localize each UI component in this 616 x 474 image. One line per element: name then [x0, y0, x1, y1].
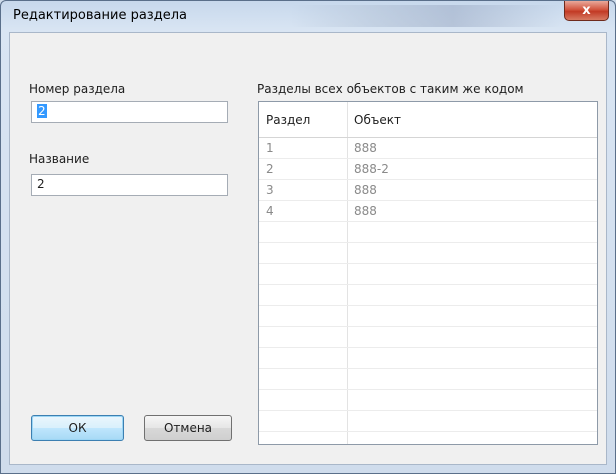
cancel-button[interactable]: Отмена	[144, 415, 232, 441]
cell-object: 888	[354, 204, 377, 218]
cell-section: 4	[266, 204, 274, 218]
cell-section: 1	[266, 141, 274, 155]
section-name-input[interactable]: 2	[31, 174, 228, 196]
close-icon: x	[582, 3, 591, 18]
blurred-background-titles	[291, 5, 561, 27]
ok-button[interactable]: ОК	[31, 415, 124, 441]
column-header-object[interactable]: Объект	[354, 113, 401, 127]
empty-row	[259, 222, 597, 243]
cell-section: 3	[266, 183, 274, 197]
window-title: Редактирование раздела	[13, 8, 187, 23]
dialog-window: Редактирование раздела x Номер раздела 2…	[0, 0, 616, 474]
section-number-input[interactable]: 2	[31, 101, 228, 123]
section-number-value: 2	[37, 104, 47, 118]
grid-header: Раздел Объект	[259, 102, 597, 138]
cell-object: 888-2	[354, 162, 389, 176]
dialog-client-area: Номер раздела 2 Название 2 Разделы всех …	[9, 32, 607, 465]
empty-row	[259, 306, 597, 327]
section-name-label: Название	[29, 152, 90, 166]
title-bar[interactable]: Редактирование раздела x	[1, 1, 615, 32]
empty-row	[259, 243, 597, 264]
grid-caption: Разделы всех объектов с таким же кодом	[257, 82, 524, 96]
sections-grid[interactable]: Раздел Объект 1 888 2 888-2 3 888 4 888	[258, 101, 598, 445]
cell-object: 888	[354, 141, 377, 155]
cell-object: 888	[354, 183, 377, 197]
empty-row	[259, 369, 597, 390]
close-button[interactable]: x	[564, 1, 609, 21]
section-number-label: Номер раздела	[29, 82, 126, 96]
table-row[interactable]: 4 888	[259, 201, 597, 222]
table-row[interactable]: 1 888	[259, 138, 597, 159]
empty-row	[259, 390, 597, 411]
empty-row	[259, 285, 597, 306]
column-header-section[interactable]: Раздел	[266, 113, 310, 127]
section-name-value: 2	[37, 177, 45, 191]
empty-row	[259, 264, 597, 285]
empty-row	[259, 348, 597, 369]
table-row[interactable]: 3 888	[259, 180, 597, 201]
cell-section: 2	[266, 162, 274, 176]
table-row[interactable]: 2 888-2	[259, 159, 597, 180]
empty-row	[259, 327, 597, 348]
empty-row	[259, 411, 597, 432]
